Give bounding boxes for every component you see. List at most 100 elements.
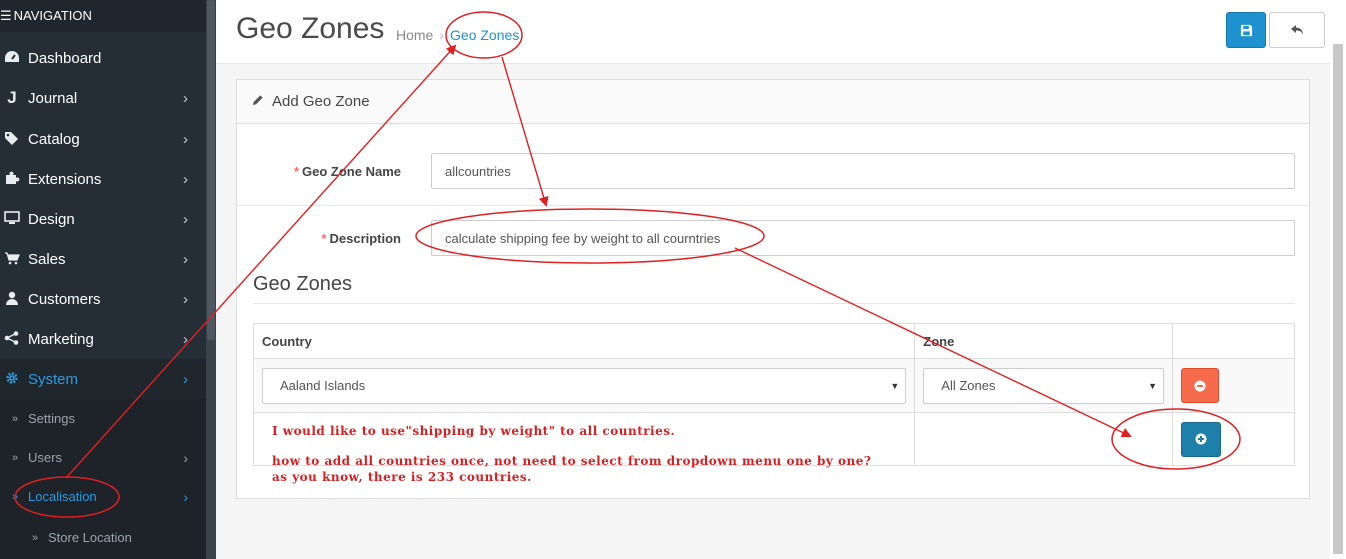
sidebar-subitem-label: Localisation	[28, 489, 97, 504]
double-chevron-icon: »	[12, 451, 19, 464]
chevron-right-icon: ›	[183, 330, 188, 348]
sidebar-item-label: Sales	[28, 250, 66, 268]
back-button[interactable]	[1269, 12, 1325, 48]
page-scrollbar-thumb[interactable]	[1333, 44, 1343, 554]
nav-header-label: NAVIGATION	[13, 8, 92, 23]
breadcrumb: Home › Geo Zones	[396, 27, 519, 43]
gear-icon	[2, 371, 22, 388]
annotation-text-line-3: as you know, there is 233 countries.	[272, 470, 532, 484]
double-chevron-icon: »	[12, 490, 19, 503]
section-divider	[253, 303, 1295, 304]
puzzle-icon	[2, 171, 22, 188]
sidebar-subitem-label: Store Location	[48, 530, 132, 545]
dashboard-icon	[2, 50, 22, 67]
sidebar-item-sales[interactable]: Sales ›	[0, 239, 206, 279]
breadcrumb-separator: ›	[439, 27, 445, 43]
chevron-right-icon: ›	[183, 210, 188, 228]
panel-heading: Add Geo Zone	[237, 80, 1309, 124]
plus-circle-icon	[1195, 433, 1207, 445]
sidebar-item-dashboard[interactable]: Dashboard	[0, 38, 206, 78]
user-icon	[2, 291, 22, 308]
empty-cell	[914, 412, 1174, 466]
sidebar-item-customers[interactable]: Customers ›	[0, 279, 206, 319]
pencil-icon	[251, 94, 264, 110]
double-chevron-icon: »	[32, 531, 39, 544]
sidebar-item-journal[interactable]: J Journal ›	[0, 78, 206, 118]
minus-circle-icon	[1194, 380, 1206, 391]
geo-zone-name-row: * Geo Zone Name allcountries	[237, 124, 1309, 205]
zone-table: Country Zone Aaland Islands ▼ All Zones …	[252, 323, 1295, 466]
sidebar-subitem-store-location[interactable]: » Store Location	[0, 516, 206, 559]
sidebar-item-system[interactable]: System ›	[0, 359, 206, 399]
action-cell	[1172, 358, 1295, 413]
chevron-right-icon: ›	[183, 250, 188, 268]
column-header-country: Country	[252, 323, 916, 359]
sidebar-item-label: Journal	[28, 89, 78, 107]
dropdown-caret-icon: ▼	[890, 380, 900, 391]
page-title: Geo Zones	[236, 12, 385, 45]
country-select-value: Aaland Islands	[280, 378, 366, 393]
action-cell	[1172, 412, 1295, 466]
chevron-right-icon: ›	[183, 488, 188, 505]
description-input[interactable]: calculate shipping fee by weight to all …	[431, 220, 1295, 256]
save-icon	[1240, 24, 1252, 36]
zone-select[interactable]: All Zones ▼	[923, 367, 1165, 404]
sidebar-subitem-label: Users	[28, 450, 62, 465]
breadcrumb-current-link[interactable]: Geo Zones	[450, 27, 519, 43]
zone-cell: All Zones ▼	[914, 358, 1174, 413]
geo-zone-name-label: * Geo Zone Name	[293, 164, 401, 179]
sidebar-scrollbar[interactable]	[206, 0, 216, 559]
sidebar-item-label: Catalog	[28, 130, 80, 148]
sidebar-item-label: Customers	[28, 290, 101, 308]
sidebar-subitem-label: Settings	[28, 411, 75, 426]
chevron-right-icon: ›	[183, 130, 188, 148]
panel-title: Add Geo Zone	[272, 93, 370, 110]
page-header: Geo Zones Home › Geo Zones	[216, 0, 1330, 64]
country-cell: Aaland Islands ▼	[252, 358, 916, 413]
share-icon	[2, 330, 22, 348]
annotation-text-line-1: I would like to use"shipping by weight" …	[272, 424, 676, 438]
nav-header: ☰ NAVIGATION	[0, 0, 206, 32]
add-zone-button[interactable]	[1181, 421, 1222, 457]
geo-zone-name-input[interactable]: allcountries	[431, 153, 1295, 189]
sidebar-item-design[interactable]: Design ›	[0, 199, 206, 239]
page-scrollbar[interactable]	[1330, 0, 1346, 559]
geo-zones-section-title: Geo Zones	[253, 273, 352, 295]
annotation-text-line-2: how to add all countries once, not need …	[272, 454, 872, 468]
sidebar-item-extensions[interactable]: Extensions ›	[0, 159, 206, 199]
sidebar-item-label: Marketing	[28, 330, 94, 348]
monitor-icon	[2, 210, 22, 228]
sidebar: ☰ NAVIGATION Dashboard J Journal › Catalo…	[0, 0, 206, 559]
sidebar-item-label: System	[28, 370, 79, 388]
sidebar-item-label: Design	[28, 210, 75, 228]
dropdown-caret-icon: ▼	[1148, 380, 1158, 391]
journal-icon: J	[7, 88, 17, 107]
sidebar-scrollbar-thumb[interactable]	[207, 0, 215, 340]
sidebar-subitem-settings[interactable]: » Settings	[0, 399, 206, 438]
chevron-right-icon: ›	[183, 290, 188, 308]
sidebar-item-label: Extensions	[28, 170, 102, 188]
hamburger-icon[interactable]: ☰	[0, 8, 12, 24]
zone-select-value: All Zones	[941, 378, 996, 393]
chevron-right-icon: ›	[183, 89, 188, 107]
sidebar-item-marketing[interactable]: Marketing ›	[0, 319, 206, 359]
reply-icon	[1291, 25, 1303, 35]
sidebar-item-catalog[interactable]: Catalog ›	[0, 119, 206, 159]
chevron-right-icon: ›	[183, 170, 188, 188]
table-header-row: Country Zone	[252, 323, 1295, 359]
save-button[interactable]	[1226, 12, 1266, 48]
sidebar-subitem-users[interactable]: » Users ›	[0, 438, 206, 477]
description-label: * Description	[321, 231, 401, 246]
description-row: * Description calculate shipping fee by w…	[237, 206, 1309, 266]
sidebar-item-label: Dashboard	[28, 49, 102, 67]
chevron-right-icon: ›	[183, 370, 188, 388]
breadcrumb-home-link[interactable]: Home	[396, 27, 433, 43]
column-header-zone: Zone	[914, 323, 1174, 359]
chevron-right-icon: ›	[183, 449, 188, 466]
country-select[interactable]: Aaland Islands ▼	[262, 367, 907, 404]
column-header-action	[1172, 323, 1295, 359]
sidebar-subitem-localisation[interactable]: » Localisation ›	[0, 477, 206, 516]
table-row: Aaland Islands ▼ All Zones ▼	[252, 358, 1295, 413]
remove-zone-button[interactable]	[1181, 368, 1220, 403]
double-chevron-icon: »	[12, 412, 19, 425]
